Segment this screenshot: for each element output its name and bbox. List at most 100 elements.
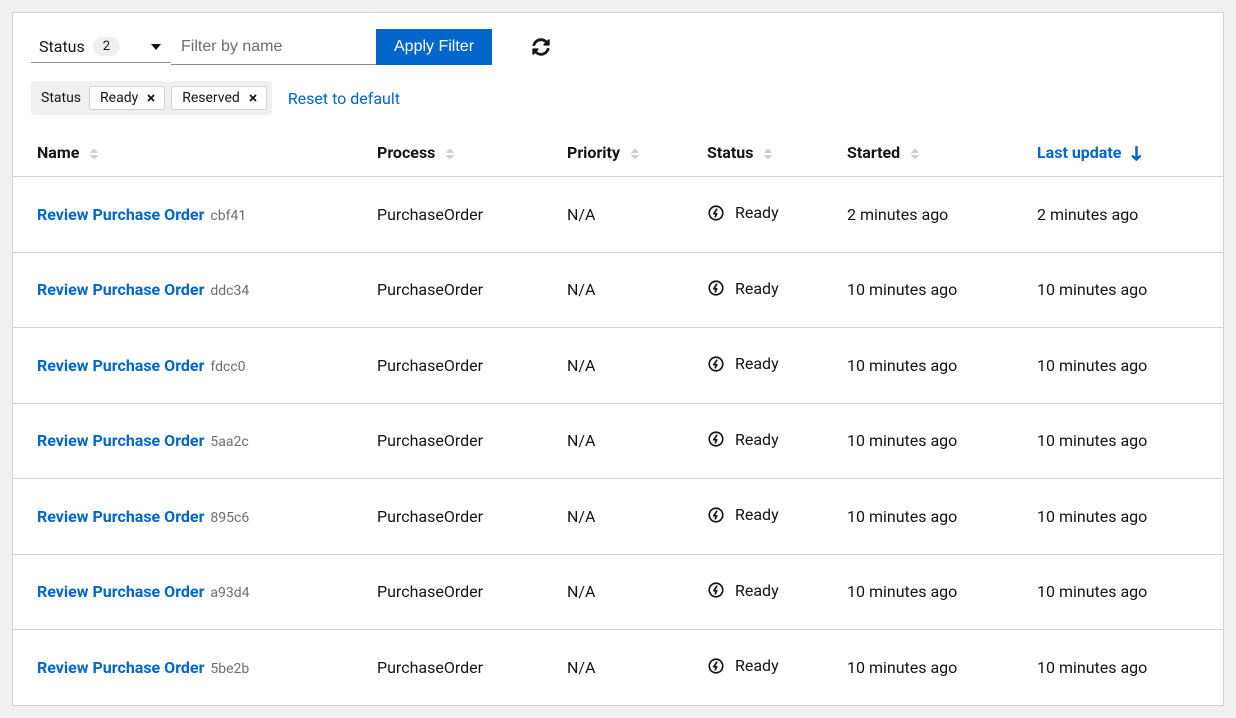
status-text: Ready	[735, 430, 779, 449]
last-update-cell: 10 minutes ago	[1013, 328, 1223, 404]
process-cell: PurchaseOrder	[353, 630, 543, 705]
status-filter-dropdown[interactable]: Status 2	[31, 31, 171, 63]
task-name-link[interactable]: Review Purchase Order	[37, 658, 204, 677]
table-row: Review Purchase Order cbf41 PurchaseOrde…	[13, 177, 1223, 253]
table-row: Review Purchase Order 5be2b PurchaseOrde…	[13, 630, 1223, 705]
on-running-icon	[707, 581, 725, 599]
started-cell: 10 minutes ago	[823, 252, 1013, 328]
column-header-process[interactable]: Process	[353, 129, 543, 177]
table-row: Review Purchase Order ddc34 PurchaseOrde…	[13, 252, 1223, 328]
chip-group-label: Status	[41, 90, 81, 106]
task-id: 895c6	[210, 510, 249, 526]
status-cell: Ready	[707, 203, 779, 222]
sort-icon	[763, 147, 773, 161]
sort-down-icon	[1131, 146, 1142, 162]
close-icon	[248, 93, 258, 103]
refresh-button[interactable]	[526, 32, 556, 62]
started-cell: 10 minutes ago	[823, 403, 1013, 479]
process-cell: PurchaseOrder	[353, 252, 543, 328]
apply-filter-button[interactable]: Apply Filter	[376, 29, 492, 65]
status-cell: Ready	[707, 354, 779, 373]
task-name-link[interactable]: Review Purchase Order	[37, 507, 204, 526]
task-name-link[interactable]: Review Purchase Order	[37, 280, 204, 299]
column-header-started[interactable]: Started	[823, 129, 1013, 177]
table-row: Review Purchase Order a93d4 PurchaseOrde…	[13, 554, 1223, 630]
filter-toolbar: Status 2 Apply Filter	[13, 13, 1223, 73]
process-cell: PurchaseOrder	[353, 479, 543, 555]
status-cell: Ready	[707, 505, 779, 524]
sort-icon	[89, 147, 99, 161]
status-text: Ready	[735, 581, 779, 600]
sort-icon	[630, 147, 640, 161]
last-update-cell: 10 minutes ago	[1013, 479, 1223, 555]
status-chip-group: Status Ready Reserved	[31, 81, 272, 115]
last-update-cell: 10 minutes ago	[1013, 403, 1223, 479]
last-update-cell: 10 minutes ago	[1013, 252, 1223, 328]
table-row: Review Purchase Order 5aa2c PurchaseOrde…	[13, 403, 1223, 479]
process-cell: PurchaseOrder	[353, 554, 543, 630]
sort-icon	[910, 147, 920, 161]
active-filters-row: Status Ready Reserved Reset to default	[13, 73, 1223, 129]
status-text: Ready	[735, 656, 779, 675]
on-running-icon	[707, 279, 725, 297]
last-update-cell: 10 minutes ago	[1013, 554, 1223, 630]
table-row: Review Purchase Order 895c6 PurchaseOrde…	[13, 479, 1223, 555]
task-name-link[interactable]: Review Purchase Order	[37, 431, 204, 450]
last-update-cell: 2 minutes ago	[1013, 177, 1223, 253]
task-id: a93d4	[210, 585, 249, 601]
close-icon	[146, 93, 156, 103]
status-cell: Ready	[707, 279, 779, 298]
status-cell: Ready	[707, 581, 779, 600]
status-text: Ready	[735, 354, 779, 373]
status-cell: Ready	[707, 430, 779, 449]
process-cell: PurchaseOrder	[353, 328, 543, 404]
started-cell: 10 minutes ago	[823, 328, 1013, 404]
column-header-priority[interactable]: Priority	[543, 129, 683, 177]
priority-cell: N/A	[543, 479, 683, 555]
reset-to-default-link[interactable]: Reset to default	[288, 89, 400, 108]
priority-cell: N/A	[543, 252, 683, 328]
priority-cell: N/A	[543, 630, 683, 705]
chip-remove-ready[interactable]	[144, 91, 158, 105]
sort-icon	[445, 147, 455, 161]
priority-cell: N/A	[543, 177, 683, 253]
task-id: cbf41	[210, 208, 246, 224]
chip-label: Ready	[100, 90, 138, 106]
column-header-name[interactable]: Name	[13, 129, 353, 177]
task-name-link[interactable]: Review Purchase Order	[37, 582, 204, 601]
on-running-icon	[707, 204, 725, 222]
column-header-last-update[interactable]: Last update	[1013, 129, 1223, 177]
table-row: Review Purchase Order fdcc0 PurchaseOrde…	[13, 328, 1223, 404]
process-cell: PurchaseOrder	[353, 403, 543, 479]
task-name-link[interactable]: Review Purchase Order	[37, 356, 204, 375]
status-text: Ready	[735, 279, 779, 298]
priority-cell: N/A	[543, 403, 683, 479]
refresh-icon	[532, 38, 550, 56]
task-table: Name Process Priority Status Started	[13, 129, 1223, 705]
task-id: 5be2b	[210, 661, 249, 677]
on-running-icon	[707, 506, 725, 524]
last-update-cell: 10 minutes ago	[1013, 630, 1223, 705]
on-running-icon	[707, 657, 725, 675]
task-name-link[interactable]: Review Purchase Order	[37, 205, 204, 224]
task-id: 5aa2c	[210, 434, 248, 450]
chip-ready: Ready	[89, 86, 165, 110]
priority-cell: N/A	[543, 328, 683, 404]
on-running-icon	[707, 430, 725, 448]
chip-label: Reserved	[182, 90, 240, 106]
chip-remove-reserved[interactable]	[246, 91, 260, 105]
filter-by-name-input[interactable]	[171, 30, 376, 65]
column-header-status[interactable]: Status	[683, 129, 823, 177]
task-id: fdcc0	[210, 359, 245, 375]
task-id: ddc34	[210, 283, 249, 299]
task-inbox-panel: Status 2 Apply Filter Status Ready Reser…	[12, 12, 1224, 706]
started-cell: 2 minutes ago	[823, 177, 1013, 253]
status-text: Ready	[735, 203, 779, 222]
started-cell: 10 minutes ago	[823, 630, 1013, 705]
started-cell: 10 minutes ago	[823, 554, 1013, 630]
status-cell: Ready	[707, 656, 779, 675]
status-text: Ready	[735, 505, 779, 524]
priority-cell: N/A	[543, 554, 683, 630]
started-cell: 10 minutes ago	[823, 479, 1013, 555]
status-filter-label: Status	[39, 37, 85, 56]
